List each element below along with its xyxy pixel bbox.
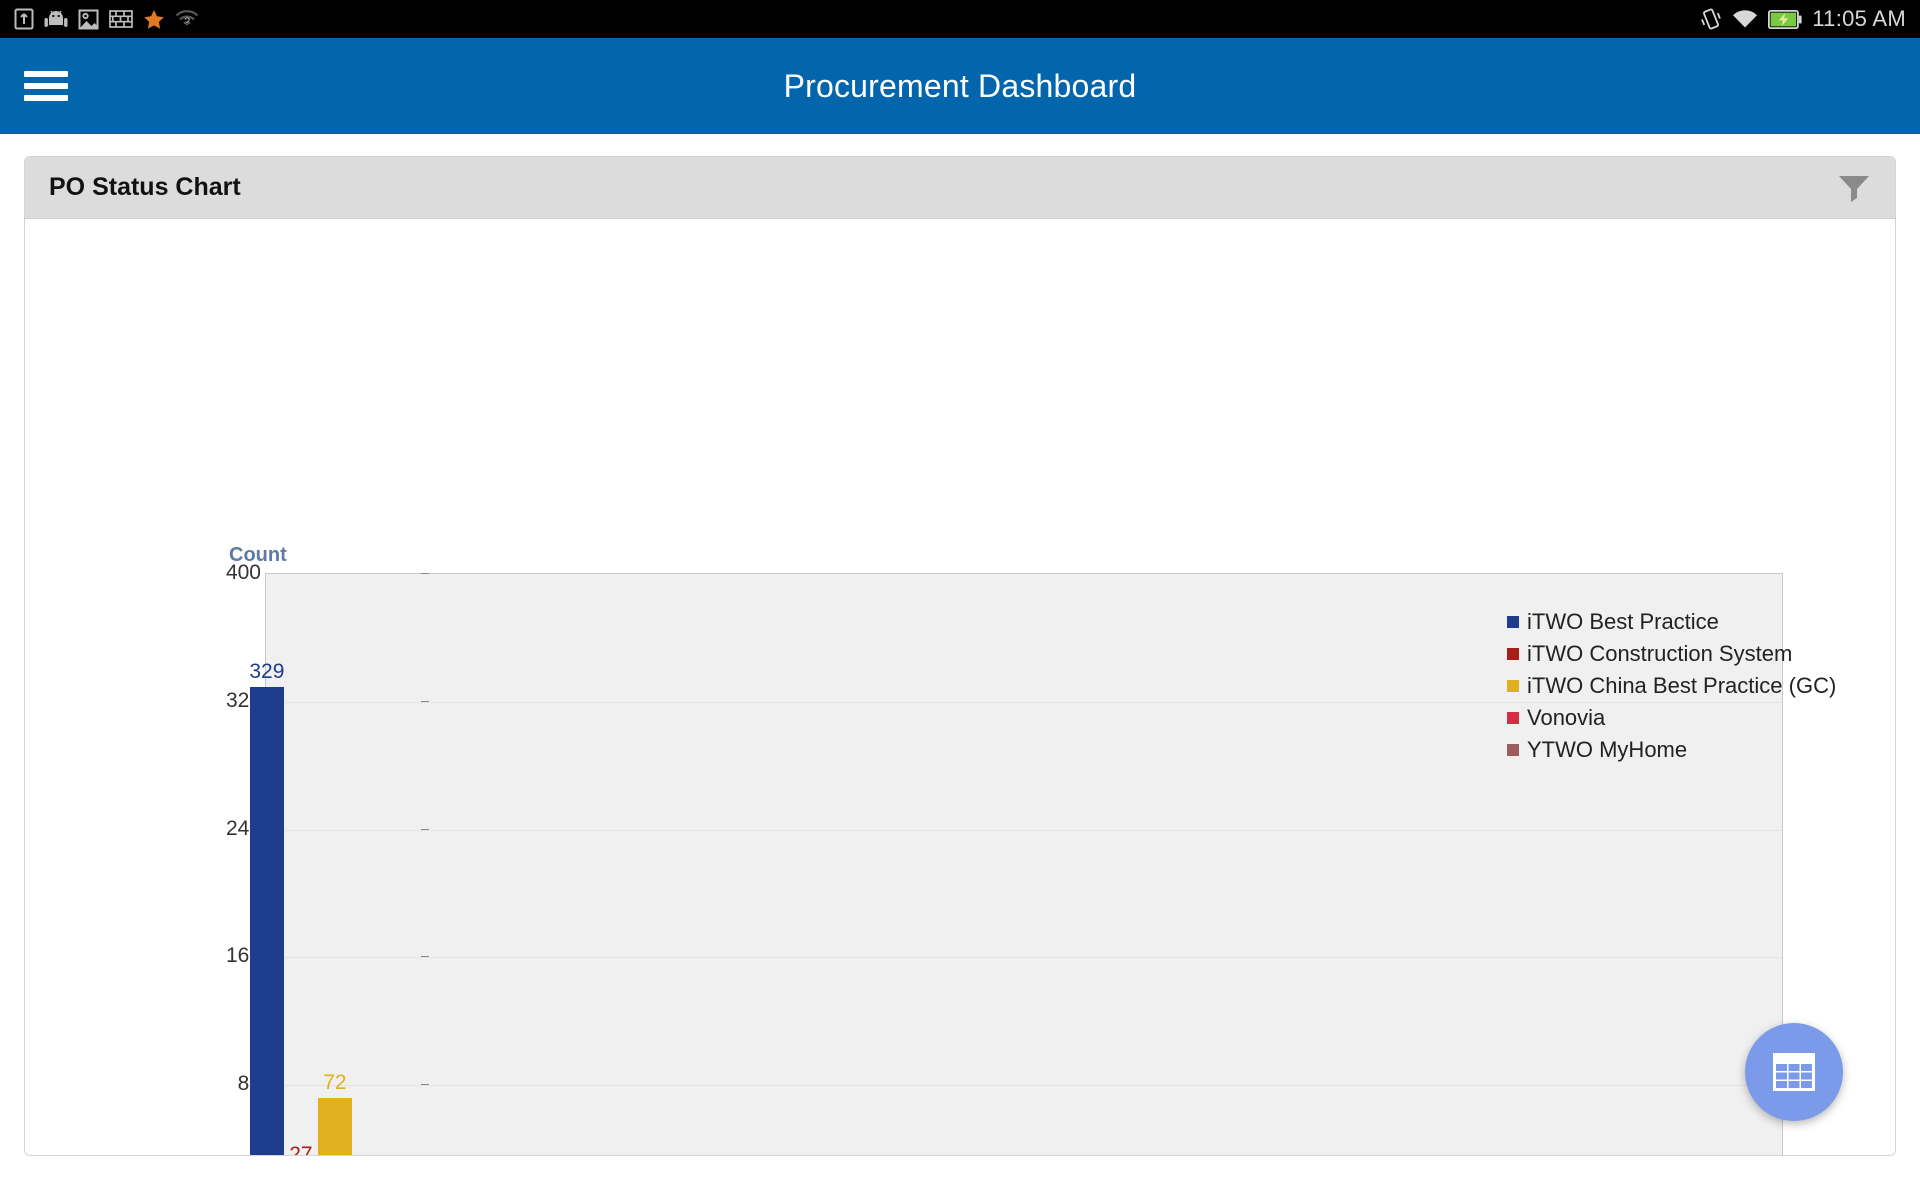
bar-group[interactable]: 2 xyxy=(1369,574,1507,1155)
legend-label: iTWO Best Practice xyxy=(1527,609,1719,634)
legend-label: YTWO MyHome xyxy=(1527,737,1688,762)
legend-item[interactable]: YTWO MyHome xyxy=(1507,737,1836,763)
legend-swatch xyxy=(1507,680,1519,692)
po-status-chart-card: PO Status Chart Count 080160240320400 32… xyxy=(24,156,1896,1156)
bar-item[interactable]: 72 xyxy=(317,574,352,1155)
battery-charging-icon xyxy=(1768,9,1802,29)
wifi-unknown-icon: ? xyxy=(175,9,199,29)
bar-value-label: 72 xyxy=(323,1070,347,1094)
bar-group[interactable]: 4 xyxy=(817,574,955,1155)
sim-card-icon xyxy=(14,8,34,30)
vibrate-icon xyxy=(1700,8,1722,30)
legend-label: iTWO China Best Practice (GC) xyxy=(1527,673,1837,698)
legend-label: iTWO Construction System xyxy=(1527,641,1793,666)
hamburger-menu-icon[interactable] xyxy=(24,71,68,101)
card-header: PO Status Chart xyxy=(25,157,1895,219)
bar-group[interactable]: 51 xyxy=(404,574,542,1155)
bar-item[interactable]: 1 xyxy=(473,574,507,1155)
status-bar-right-icons: 11:05 AM xyxy=(1700,6,1906,32)
bar-item[interactable]: 5 xyxy=(439,574,473,1155)
bar-group[interactable]: 14 xyxy=(955,574,1093,1155)
android-robot-icon xyxy=(44,9,68,29)
bar-value-label: 27 xyxy=(289,1142,313,1156)
bar-group[interactable]: 3292772910 xyxy=(249,574,404,1156)
bar-item[interactable]: 27 xyxy=(284,574,318,1156)
table-view-fab-button[interactable] xyxy=(1745,1023,1843,1121)
filter-funnel-icon[interactable] xyxy=(1837,173,1871,203)
android-status-bar: ? 11:05 AM xyxy=(0,0,1920,38)
image-icon xyxy=(78,9,99,30)
card-body: Count 080160240320400 329277291051171854… xyxy=(25,219,1895,1155)
bar[interactable] xyxy=(249,687,284,1155)
bar-item[interactable]: 4 xyxy=(1024,574,1058,1155)
bar-item[interactable]: 2 xyxy=(1420,574,1454,1155)
card-title: PO Status Chart xyxy=(49,173,241,201)
bar-group[interactable]: 17 xyxy=(542,574,680,1155)
legend-swatch xyxy=(1507,712,1519,724)
chart-legend[interactable]: iTWO Best Practice iTWO Construction Syst… xyxy=(1507,609,1836,763)
bar-item[interactable]: 18 xyxy=(714,574,748,1155)
bar[interactable] xyxy=(317,1097,352,1155)
bar-item[interactable]: 1 xyxy=(1145,574,1179,1155)
bar-item[interactable]: 7 xyxy=(611,574,645,1155)
bar-item[interactable]: 1 xyxy=(577,574,611,1155)
star-icon xyxy=(143,9,165,30)
table-grid-icon xyxy=(1773,1053,1815,1091)
svg-text:?: ? xyxy=(184,16,190,28)
status-bar-left-icons: ? xyxy=(14,8,199,30)
bar-group[interactable]: 185 xyxy=(679,574,817,1155)
legend-item[interactable]: iTWO Construction System xyxy=(1507,641,1836,667)
bar-item[interactable]: 1 xyxy=(990,574,1024,1155)
bar-item[interactable]: 3 xyxy=(1283,574,1317,1155)
legend-swatch xyxy=(1507,616,1519,628)
brick-wall-icon xyxy=(109,10,133,28)
status-bar-clock: 11:05 AM xyxy=(1812,6,1906,31)
bar-group[interactable]: 1 xyxy=(1093,574,1231,1155)
po-status-bar-chart[interactable]: Count 080160240320400 329277291051171854… xyxy=(25,219,1895,1155)
legend-label: Vonovia xyxy=(1527,705,1606,730)
bar-item[interactable]: 9 xyxy=(352,574,386,1155)
page-title: Procurement Dashboard xyxy=(783,67,1137,104)
app-bar: Procurement Dashboard xyxy=(0,38,1920,134)
legend-swatch xyxy=(1507,648,1519,660)
bar-value-label: 329 xyxy=(249,660,285,684)
bar-item[interactable]: 329 xyxy=(249,574,285,1155)
bar-item[interactable]: 5 xyxy=(748,574,782,1155)
legend-item[interactable]: Vonovia xyxy=(1507,705,1836,731)
legend-item[interactable]: iTWO China Best Practice (GC) xyxy=(1507,673,1836,699)
wifi-icon xyxy=(1732,9,1758,29)
legend-item[interactable]: iTWO Best Practice xyxy=(1507,609,1836,635)
bar-group[interactable]: 3 xyxy=(1231,574,1369,1155)
bar-item[interactable]: 4 xyxy=(869,574,903,1155)
legend-swatch xyxy=(1507,744,1519,756)
